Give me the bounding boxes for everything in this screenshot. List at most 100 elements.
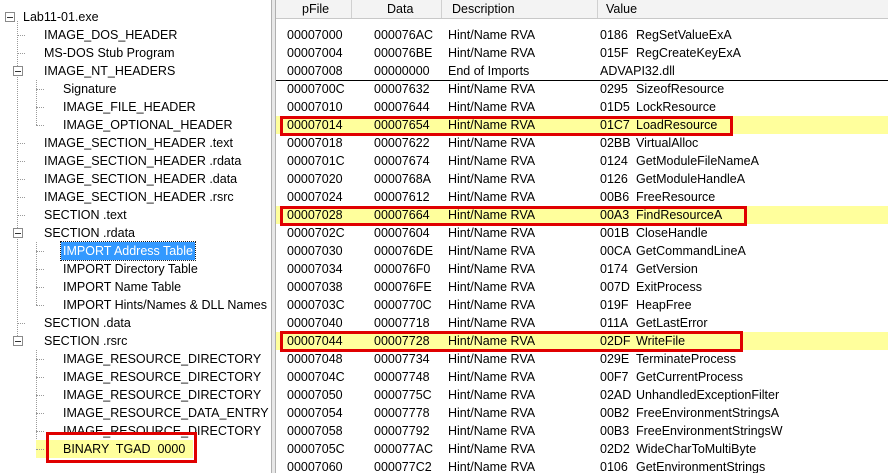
data-cell: 00007718 [374, 316, 430, 330]
hint-cell: 0124 [600, 154, 628, 168]
table-row[interactable]: 00007048 00007734 Hint/Name RVA 029E Termina… [276, 350, 888, 368]
column-header-data[interactable]: Data [352, 0, 442, 18]
name-cell: FreeResource [636, 190, 716, 204]
table-row[interactable]: 00007054 00007778 Hint/Name RVA 00B2 FreeEnv… [276, 404, 888, 422]
table-row[interactable]: 00007008 00000000 End of Imports ADVAPI32.d… [276, 62, 888, 80]
data-cell: 000076FE [374, 280, 432, 294]
hint-cell: 00CA [600, 244, 632, 258]
pfile-cell: 00007028 [287, 208, 343, 222]
data-cell: 00007622 [374, 136, 430, 150]
tree-label: MS-DOS Stub Program [44, 46, 175, 60]
description-cell: Hint/Name RVA [448, 406, 536, 420]
table-row[interactable]: 0000705C 000077AC Hint/Name RVA 02D2 WideCha… [276, 440, 888, 458]
tree-label: IMAGE_SECTION_HEADER .data [44, 172, 238, 186]
description-cell: Hint/Name RVA [448, 298, 536, 312]
name-cell: ExitProcess [636, 280, 702, 294]
table-row[interactable]: 00007040 00007718 Hint/Name RVA 011A GetLast… [276, 314, 888, 332]
name-cell: LoadResource [636, 118, 718, 132]
description-cell: Hint/Name RVA [448, 172, 536, 186]
table-row[interactable]: 00007004 000076BE Hint/Name RVA 015F RegCrea… [276, 44, 888, 62]
data-cell: 0000768A [374, 172, 432, 186]
column-header-description[interactable]: Description [442, 0, 598, 18]
description-cell: Hint/Name RVA [448, 262, 536, 276]
tree-label: IMAGE_RESOURCE_DIRECTORY [63, 424, 262, 438]
description-cell: Hint/Name RVA [448, 82, 536, 96]
pfile-cell: 00007060 [287, 460, 343, 473]
collapse-icon[interactable] [5, 12, 15, 22]
data-cell: 00007664 [374, 208, 430, 222]
column-header-value[interactable]: Value [598, 0, 888, 18]
pfile-cell: 00007008 [287, 64, 343, 78]
data-cell: 00007612 [374, 190, 430, 204]
tree-label: BINARY TGAD 0000 [63, 442, 186, 456]
hint-cell: 01D5 [600, 100, 630, 114]
collapse-icon[interactable] [13, 228, 23, 238]
description-cell: Hint/Name RVA [448, 226, 536, 240]
tree-label: IMAGE_SECTION_HEADER .rsrc [44, 190, 234, 204]
tree-view[interactable]: Lab11-01.exe IMAGE_DOS_HEADER MS-DOS Stu… [0, 0, 271, 473]
tree-label: IMAGE_RESOURCE_DATA_ENTRY [63, 406, 269, 420]
tree-label: IMPORT Hints/Names & DLL Names [63, 298, 267, 312]
pfile-cell: 00007048 [287, 352, 343, 366]
name-cell: WideCharToMultiByte [636, 442, 757, 456]
table-row[interactable]: 00007010 00007644 Hint/Name RVA 01D5 LockRes… [276, 98, 888, 116]
tree-label: IMAGE_SECTION_HEADER .text [44, 136, 233, 150]
table-row[interactable]: 00007028 00007664 Hint/Name RVA 00A3 FindRes… [276, 206, 888, 224]
table-row[interactable]: 0000701C 00007674 Hint/Name RVA 0124 GetModu… [276, 152, 888, 170]
description-cell: Hint/Name RVA [448, 316, 536, 330]
tree-label: IMAGE_RESOURCE_DIRECTORY [63, 352, 262, 366]
pfile-cell: 0000703C [287, 298, 345, 312]
tree-node-binary-tgad[interactable]: BINARY TGAD 0000 [36, 440, 193, 458]
pfile-cell: 00007004 [287, 46, 343, 60]
table-row[interactable]: 0000704C 00007748 Hint/Name RVA 00F7 GetCurr… [276, 368, 888, 386]
collapse-icon[interactable] [13, 66, 23, 76]
table-row[interactable]: 00007050 0000775C Hint/Name RVA 02AD Unhandl… [276, 386, 888, 404]
table-row[interactable]: 00007060 000077C2 Hint/Name RVA 0106 GetEnvi… [276, 458, 888, 473]
table-row[interactable]: 00007000 000076AC Hint/Name RVA 0186 RegSetV… [276, 26, 888, 44]
pfile-cell: 00007010 [287, 100, 343, 114]
data-cell: 00007632 [374, 82, 430, 96]
tree-label: SECTION .text [44, 208, 127, 222]
tree-label: IMAGE_SECTION_HEADER .rdata [44, 154, 242, 168]
name-cell: UnhandledExceptionFilter [636, 388, 780, 402]
table-row[interactable]: 0000703C 0000770C Hint/Name RVA 019F HeapFre… [276, 296, 888, 314]
tree-label: IMAGE_DOS_HEADER [44, 28, 178, 42]
hint-cell: ADVAPI32.dll [600, 64, 675, 78]
name-cell: GetCommandLineA [636, 244, 746, 258]
table-row[interactable]: 00007044 00007728 Hint/Name RVA 02DF WriteFi… [276, 332, 888, 350]
tree-label: IMAGE_OPTIONAL_HEADER [63, 118, 233, 132]
description-cell: Hint/Name RVA [448, 28, 536, 42]
pfile-cell: 00007050 [287, 388, 343, 402]
data-cell: 0000775C [374, 388, 432, 402]
table-row[interactable]: 00007014 00007654 Hint/Name RVA 01C7 LoadRes… [276, 116, 888, 134]
table-row[interactable]: 00007018 00007622 Hint/Name RVA 02BB Virtual… [276, 134, 888, 152]
tree-label: SECTION .rdata [44, 226, 135, 240]
table-row[interactable]: 00007020 0000768A Hint/Name RVA 0126 GetModu… [276, 170, 888, 188]
pfile-cell: 0000700C [287, 82, 345, 96]
tree-label: SECTION .data [44, 316, 131, 330]
hint-cell: 019F [600, 298, 629, 312]
table-row[interactable]: 00007030 000076DE Hint/Name RVA 00CA GetComm… [276, 242, 888, 260]
hint-cell: 0295 [600, 82, 628, 96]
table-row[interactable]: 00007034 000076F0 Hint/Name RVA 0174 GetVers… [276, 260, 888, 278]
tree-connector [36, 80, 37, 125]
column-header-pfile[interactable]: pFile [276, 0, 352, 18]
hint-cell: 0174 [600, 262, 628, 276]
data-grid[interactable]: pFile Data Description Value 00007000 000… [276, 0, 888, 473]
collapse-icon[interactable] [13, 336, 23, 346]
name-cell: RegCreateKeyExA [636, 46, 741, 60]
description-cell: Hint/Name RVA [448, 280, 536, 294]
table-row[interactable]: 00007038 000076FE Hint/Name RVA 007D ExitPro… [276, 278, 888, 296]
data-cell: 000076F0 [374, 262, 431, 276]
table-row[interactable]: 00007058 00007792 Hint/Name RVA 00B3 FreeEnv… [276, 422, 888, 440]
table-row[interactable]: 0000700C 00007632 Hint/Name RVA 0295 SizeofR… [276, 80, 888, 98]
name-cell: FreeEnvironmentStringsW [636, 424, 783, 438]
description-cell: Hint/Name RVA [448, 442, 536, 456]
tree-label: IMAGE_RESOURCE_DIRECTORY [63, 388, 262, 402]
tree-label: IMAGE_RESOURCE_DIRECTORY [63, 370, 262, 384]
pfile-cell: 0000705C [287, 442, 345, 456]
data-cell: 00007604 [374, 226, 430, 240]
table-row[interactable]: 0000702C 00007604 Hint/Name RVA 001B CloseHa… [276, 224, 888, 242]
name-cell: GetEnvironmentStrings [636, 460, 766, 473]
table-row[interactable]: 00007024 00007612 Hint/Name RVA 00B6 FreeRes… [276, 188, 888, 206]
